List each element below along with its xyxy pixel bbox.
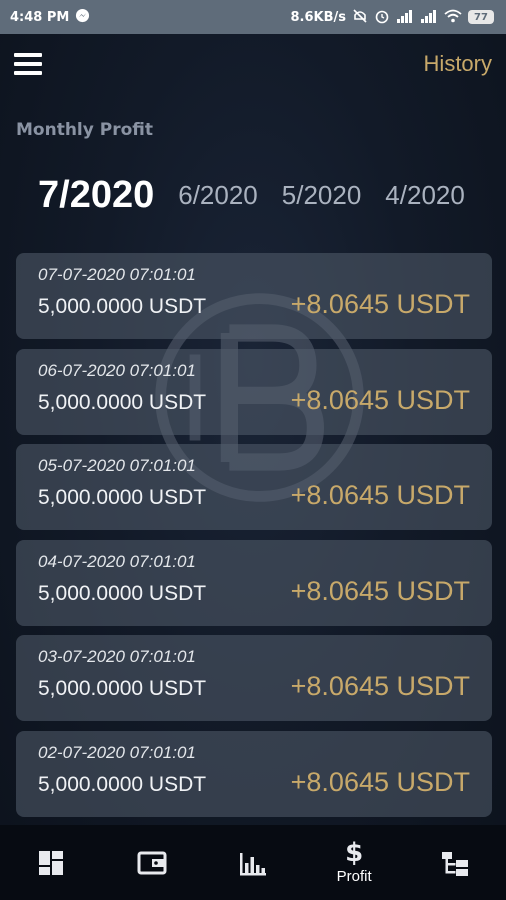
record-amount: 5,000.0000 USDT <box>38 486 207 509</box>
list-item[interactable]: 04-07-2020 07:01:01 5,000.0000 USDT +8.0… <box>16 539 492 626</box>
network-speed: 8.6KB/s <box>290 9 347 25</box>
list-item[interactable]: 07-07-2020 07:01:01 5,000.0000 USDT +8.0… <box>16 253 492 339</box>
list-item[interactable]: 05-07-2020 07:01:01 5,000.0000 USDT +8.0… <box>16 444 492 530</box>
signal-icon <box>396 9 414 26</box>
month-tab[interactable]: 4/2020 <box>385 180 465 211</box>
nav-profit-label: Profit <box>336 868 372 885</box>
wallet-icon <box>137 851 167 874</box>
record-datetime: 07-07-2020 07:01:01 <box>38 265 196 284</box>
nav-wallet[interactable] <box>112 825 192 900</box>
nav-profit[interactable]: $ Profit <box>314 825 394 900</box>
record-amount: 5,000.0000 USDT <box>38 677 207 700</box>
bar-chart-icon <box>239 852 266 875</box>
record-profit: +8.0645 USDT <box>290 289 470 319</box>
status-bar: 4:48 PM 8.6KB/s 77 <box>0 0 506 34</box>
app-header: History <box>0 34 506 94</box>
mute-icon <box>352 8 368 27</box>
messenger-icon <box>75 8 90 26</box>
record-datetime: 03-07-2020 07:01:01 <box>38 647 196 666</box>
wifi-icon <box>444 9 462 26</box>
month-tab[interactable]: 5/2020 <box>282 180 362 211</box>
list-item[interactable]: 02-07-2020 07:01:01 5,000.0000 USDT +8.0… <box>16 730 492 817</box>
nav-statistics[interactable] <box>213 825 293 900</box>
nav-dashboard[interactable] <box>11 825 91 900</box>
dollar-icon: $ <box>345 838 364 868</box>
record-amount: 5,000.0000 USDT <box>38 295 207 318</box>
dashboard-icon <box>38 850 63 875</box>
hierarchy-icon <box>442 851 469 876</box>
section-title: Monthly Profit <box>16 120 154 140</box>
bottom-nav: $ Profit <box>0 825 506 900</box>
alarm-icon <box>374 8 390 27</box>
record-datetime: 05-07-2020 07:01:01 <box>38 456 196 475</box>
record-amount: 5,000.0000 USDT <box>38 772 207 796</box>
hamburger-menu-icon[interactable] <box>14 53 42 75</box>
record-datetime: 06-07-2020 07:01:01 <box>38 360 196 380</box>
status-time: 4:48 PM <box>10 9 70 25</box>
record-amount: 5,000.0000 USDT <box>38 581 207 605</box>
month-tab[interactable]: 6/2020 <box>178 180 258 211</box>
list-item[interactable]: 03-07-2020 07:01:01 5,000.0000 USDT +8.0… <box>16 635 492 721</box>
record-datetime: 04-07-2020 07:01:01 <box>38 551 196 571</box>
record-amount: 5,000.0000 USDT <box>38 390 207 414</box>
record-profit: +8.0645 USDT <box>290 671 470 701</box>
list-item[interactable]: 06-07-2020 07:01:01 5,000.0000 USDT +8.0… <box>16 348 492 435</box>
record-profit: +8.0645 USDT <box>290 766 470 797</box>
signal-icon <box>420 9 438 26</box>
record-profit: +8.0645 USDT <box>290 384 470 415</box>
battery-icon: 77 <box>468 10 494 24</box>
record-profit: +8.0645 USDT <box>290 480 470 510</box>
record-profit: +8.0645 USDT <box>290 575 470 606</box>
month-tab-active[interactable]: 7/2020 <box>38 174 154 217</box>
nav-referral-tree[interactable] <box>415 825 495 900</box>
app-screen: 4:48 PM 8.6KB/s 77 History Monthly Profi… <box>0 0 506 900</box>
record-datetime: 02-07-2020 07:01:01 <box>38 742 196 762</box>
month-tabs: 7/2020 6/2020 5/2020 4/2020 <box>38 168 494 222</box>
history-link[interactable]: History <box>424 51 492 77</box>
profit-list: 07-07-2020 07:01:01 5,000.0000 USDT +8.0… <box>16 253 492 823</box>
